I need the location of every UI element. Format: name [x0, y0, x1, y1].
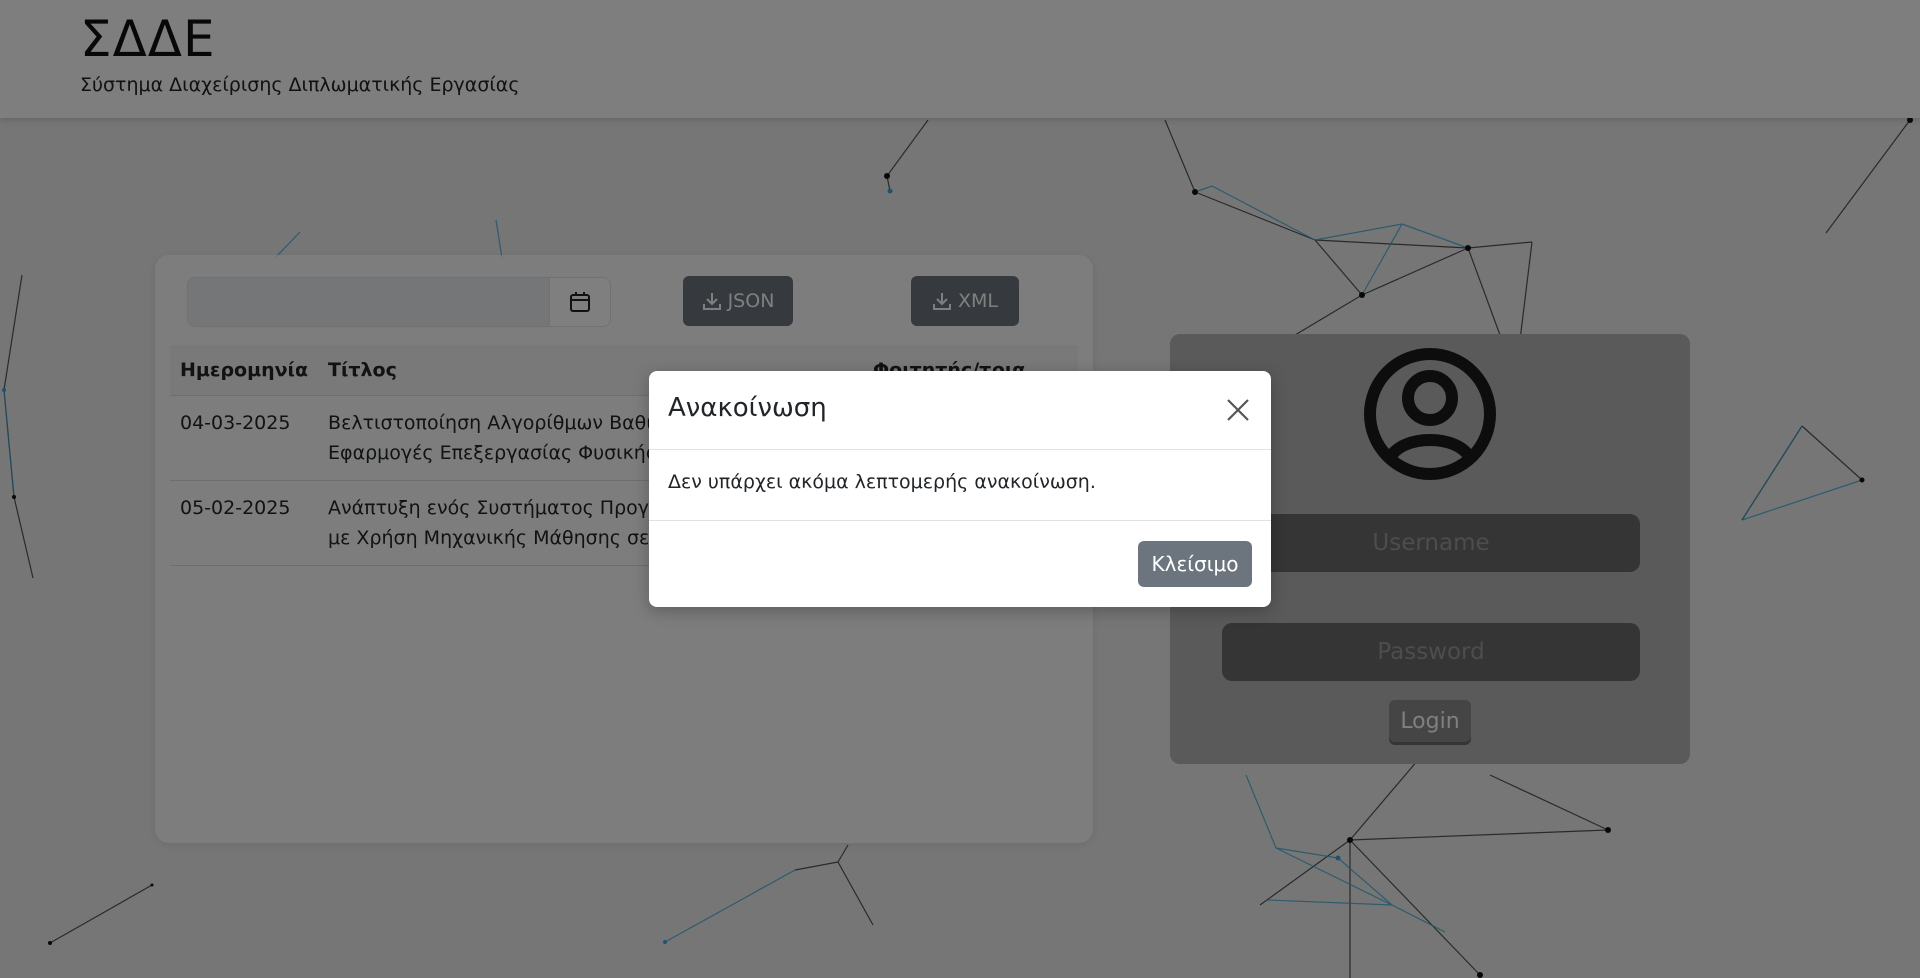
modal-title: Ανακοίνωση — [668, 393, 827, 423]
modal-header: Ανακοίνωση — [649, 371, 1271, 450]
modal-footer: Κλείσιμο — [649, 520, 1271, 608]
announcement-modal: Ανακοίνωση Δεν υπάρχει ακόμα λεπτομερής … — [649, 371, 1271, 607]
modal-body-text: Δεν υπάρχει ακόμα λεπτομερής ανακοίνωση. — [668, 471, 1096, 493]
close-icon[interactable] — [1225, 397, 1251, 423]
modal-close-button[interactable]: Κλείσιμο — [1138, 541, 1252, 587]
